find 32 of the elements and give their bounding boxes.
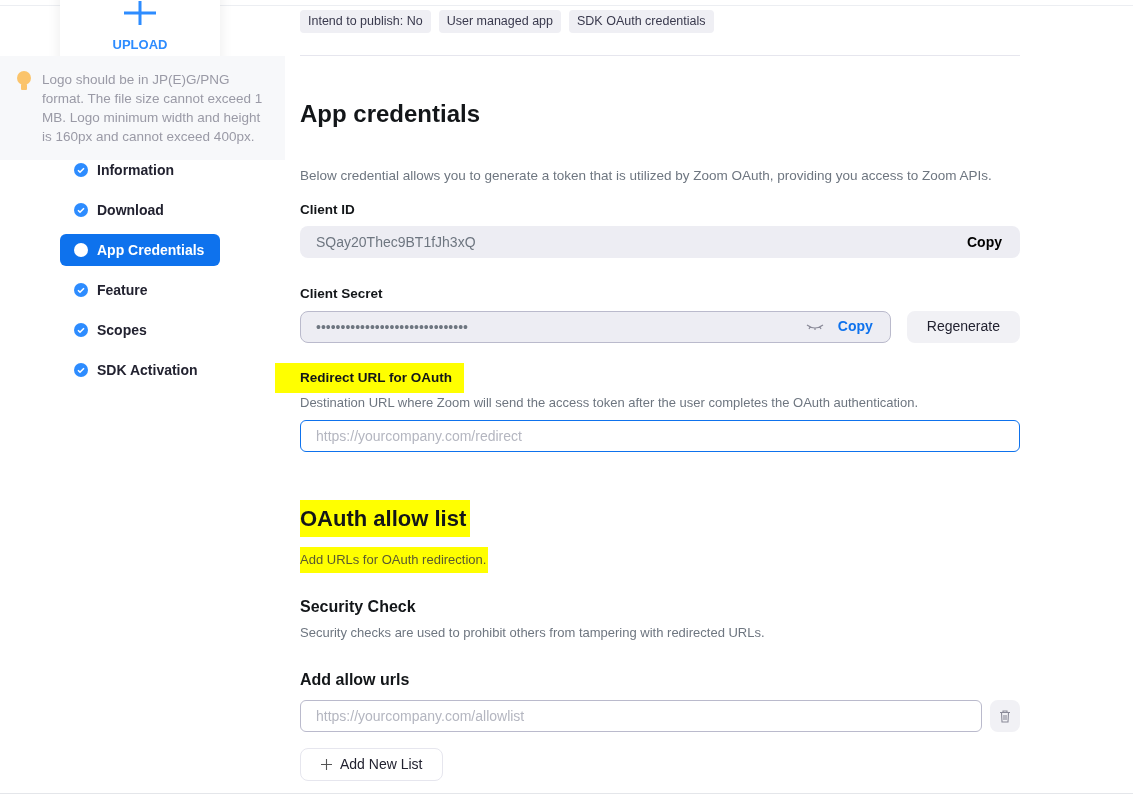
add-new-list-button[interactable]: Add New List xyxy=(300,748,444,782)
sidebar-item[interactable]: Feature xyxy=(60,274,220,306)
plus-icon xyxy=(123,0,157,25)
subsection-title: Add allow urls xyxy=(300,670,411,691)
trash-icon xyxy=(999,709,1011,723)
copy-button[interactable]: Copy xyxy=(967,231,1002,253)
copy-button[interactable]: Copy xyxy=(837,316,873,337)
plus-icon xyxy=(321,759,332,771)
tag: User managed app xyxy=(438,10,561,33)
sidebar-item[interactable]: Download xyxy=(60,194,220,226)
subsection-description: Security checks are used to prohibit others from tampering with redirected URLs. xyxy=(300,623,766,642)
section-description: Add URLs for OAuth redirection. xyxy=(300,547,489,573)
section-description: Below credential allows you to generate a token that is utilized by Zoom OAuth, providing you access to Zoom APIs. xyxy=(300,166,993,185)
subsection-title: Security Check xyxy=(300,596,417,617)
field-label: Client Secret xyxy=(300,285,384,304)
eye-closed-icon[interactable] xyxy=(805,322,824,331)
tag: Intend to publish: No xyxy=(300,10,431,33)
redirect-url-field[interactable]: https://yourcompany.com/redirect xyxy=(300,420,1020,453)
field-description: Destination URL where Zoom will send the access token after the user completes the OAuth authentication. xyxy=(300,393,920,412)
section-title: App credentials xyxy=(300,98,482,129)
sidebar-item[interactable]: SDK Activation xyxy=(60,354,220,386)
sidebar-item[interactable]: Scopes xyxy=(60,314,220,346)
delete-button[interactable] xyxy=(990,700,1020,733)
regenerate-button[interactable]: Regenerate xyxy=(906,310,1020,343)
field-label: Redirect URL for OAuth xyxy=(275,362,464,393)
field-label: Client ID xyxy=(300,201,356,219)
lightbulb-icon xyxy=(16,70,32,92)
sidebar-item[interactable]: App Credentials xyxy=(60,234,220,266)
section-title: OAuth allow list xyxy=(300,500,471,538)
tag: SDK OAuth credentials xyxy=(569,10,714,33)
sidebar-item[interactable]: Information xyxy=(60,154,220,186)
allow-url-field[interactable]: https://yourcompany.com/allowlist xyxy=(300,700,982,733)
